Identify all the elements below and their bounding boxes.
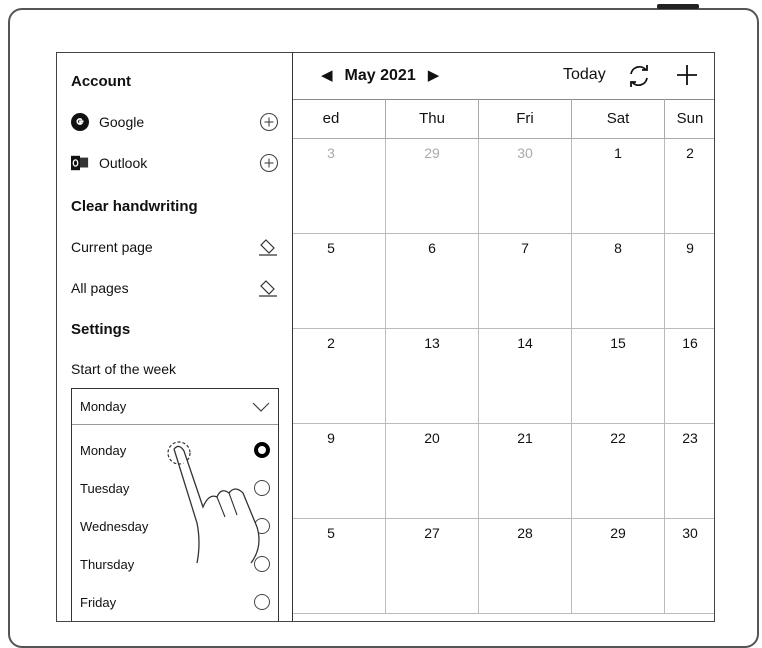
start-week-label: Start of the week <box>71 361 177 377</box>
radio-unchecked[interactable] <box>254 480 270 496</box>
clear-current-page-row[interactable]: Current page <box>71 234 279 260</box>
prev-month-button[interactable]: ◀ <box>321 66 333 86</box>
day-cell[interactable]: 20 <box>386 424 479 519</box>
eraser-icon[interactable] <box>257 237 279 257</box>
option-wednesday[interactable]: Wednesday <box>80 514 270 538</box>
day-cell[interactable]: 30 <box>479 139 572 234</box>
google-account-row[interactable]: Google <box>71 109 279 135</box>
weekday-header: Sat <box>572 99 665 139</box>
weekday-header: ed <box>277 99 386 139</box>
weekday-header: Fri <box>479 99 572 139</box>
day-cell[interactable]: 23 <box>665 424 714 519</box>
day-cell[interactable]: 9 <box>665 234 714 329</box>
add-circle-icon[interactable] <box>259 112 279 132</box>
day-cell[interactable]: 2 <box>665 139 714 234</box>
radio-unchecked[interactable] <box>254 556 270 572</box>
plus-icon[interactable] <box>673 61 701 89</box>
day-cell[interactable]: 13 <box>386 329 479 424</box>
sync-icon[interactable] <box>625 62 653 90</box>
weekday-header: Sun <box>665 99 714 139</box>
day-cell[interactable]: 14 <box>479 329 572 424</box>
settings-panel: Account Google Outlook Clear handwriting… <box>57 53 293 621</box>
settings-title: Settings <box>71 321 131 338</box>
day-cell[interactable]: 2 <box>277 329 386 424</box>
radio-unchecked[interactable] <box>254 594 270 610</box>
all-pages-label: All pages <box>71 280 129 296</box>
add-circle-icon[interactable] <box>259 153 279 173</box>
day-cell[interactable]: 6 <box>386 234 479 329</box>
calendar-screen: ◀ May 2021 ▶ Today ed Thu Fri Sat Sun 3 29 30 1 2… <box>56 52 715 622</box>
dropdown-selected-value[interactable]: Monday <box>72 389 278 425</box>
radio-unchecked[interactable] <box>254 518 270 534</box>
day-cell[interactable]: 29 <box>572 519 665 614</box>
account-title: Account <box>71 73 131 90</box>
eraser-icon[interactable] <box>257 278 279 298</box>
month-navigator: ◀ May 2021 ▶ <box>321 66 439 86</box>
day-cell[interactable]: 3 <box>277 139 386 234</box>
option-friday[interactable]: Friday <box>80 590 270 614</box>
day-cell[interactable]: 28 <box>479 519 572 614</box>
google-label: Google <box>99 114 145 130</box>
outlook-label: Outlook <box>99 155 148 171</box>
google-icon <box>71 113 89 131</box>
clear-all-pages-row[interactable]: All pages <box>71 275 279 301</box>
day-cell[interactable]: 21 <box>479 424 572 519</box>
day-cell[interactable]: 5 <box>277 234 386 329</box>
outlook-account-row[interactable]: Outlook <box>71 150 279 176</box>
day-cell[interactable]: 27 <box>386 519 479 614</box>
day-cell[interactable]: 29 <box>386 139 479 234</box>
month-label: May 2021 <box>344 67 416 84</box>
radio-checked[interactable] <box>254 442 270 458</box>
day-cell[interactable]: 30 <box>665 519 714 614</box>
outlook-icon <box>71 154 89 172</box>
day-cell[interactable]: 9 <box>277 424 386 519</box>
start-week-dropdown: Monday Monday Tuesday Wednesday Thursday <box>71 388 279 621</box>
option-thursday[interactable]: Thursday <box>80 552 270 576</box>
day-cell[interactable]: 22 <box>572 424 665 519</box>
today-button[interactable]: Today <box>563 66 606 84</box>
day-cell[interactable]: 16 <box>665 329 714 424</box>
power-button <box>657 4 699 9</box>
clear-handwriting-title: Clear handwriting <box>71 198 198 215</box>
option-tuesday[interactable]: Tuesday <box>80 476 270 500</box>
chevron-down-icon <box>252 402 270 412</box>
current-page-label: Current page <box>71 239 153 255</box>
day-cell[interactable]: 1 <box>572 139 665 234</box>
option-monday[interactable]: Monday <box>80 438 270 462</box>
day-cell[interactable]: 7 <box>479 234 572 329</box>
day-cell[interactable]: 15 <box>572 329 665 424</box>
weekday-header: Thu <box>386 99 479 139</box>
day-cell[interactable]: 8 <box>572 234 665 329</box>
day-cell[interactable]: 5 <box>277 519 386 614</box>
next-month-button[interactable]: ▶ <box>428 66 440 86</box>
